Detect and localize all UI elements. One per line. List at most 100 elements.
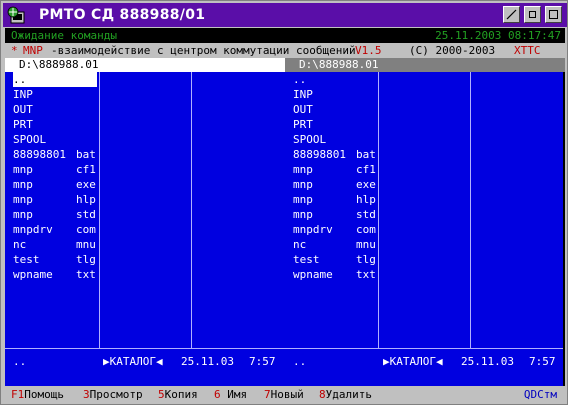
file-extension: hlp [76, 193, 96, 206]
file-entry[interactable]: mnp hlp [13, 192, 97, 207]
file-extension: mnu [76, 238, 96, 251]
file-entry[interactable]: SPOOL [13, 132, 97, 147]
left-file-panel[interactable]: .. INP OUT PRT SPOOL 88898801 bat mnp cf1 mnp exe m… [5, 72, 285, 386]
file-extension: com [76, 223, 96, 236]
file-name: INP [13, 88, 33, 101]
file-entry[interactable]: nc mnu [293, 237, 377, 252]
file-entry[interactable]: INP [293, 87, 377, 102]
file-entry[interactable]: INP [13, 87, 97, 102]
file-name: wpname [13, 268, 53, 281]
fkey-label: Копия [164, 388, 198, 401]
file-extension: mnu [356, 238, 376, 251]
minimize-icon [506, 9, 517, 20]
maximize-icon [529, 11, 536, 18]
app-window: РМТО СД 888988/01 Ожидание команды 25.11… [0, 0, 568, 405]
file-entry[interactable]: OUT [13, 102, 97, 117]
file-entry[interactable]: OUT [293, 102, 377, 117]
right-panel-path[interactable]: D:\888988.01 [285, 58, 565, 72]
fkey-help[interactable]: F1Помощь [11, 387, 64, 402]
file-extension: com [356, 223, 376, 236]
file-entry[interactable]: nc mnu [13, 237, 97, 252]
file-entry[interactable]: mnp std [293, 207, 377, 222]
maximize-button[interactable] [524, 6, 541, 23]
file-entry[interactable]: wpname txt [13, 267, 97, 282]
fkey-label: Помощь [24, 388, 64, 401]
right-file-panel[interactable]: .. INP OUT PRT SPOOL 88898801 bat mnp cf1 mnp exe m… [285, 72, 563, 386]
file-entry[interactable]: mnp cf1 [13, 162, 97, 177]
file-entry[interactable]: SPOOL [293, 132, 377, 147]
file-entry[interactable]: PRT [13, 117, 97, 132]
file-entry[interactable]: mnp std [13, 207, 97, 222]
file-extension: std [356, 208, 376, 221]
file-entry[interactable]: .. [13, 72, 97, 87]
file-entry[interactable]: 88898801 bat [293, 147, 377, 162]
function-key-bar: F1Помощь 3Просмотр 5Копия 6 Имя 7Новый 8… [5, 386, 565, 404]
file-name: test [293, 253, 320, 266]
left-path-text: D:\888988.01 [19, 58, 99, 71]
header-star: * [11, 44, 18, 57]
column-divider [470, 72, 471, 348]
fkey-new[interactable]: 7Новый [264, 387, 304, 402]
status-text: Ожидание команды [11, 29, 117, 42]
file-name: mnpdrv [13, 223, 53, 236]
file-entry[interactable]: mnpdrv com [293, 222, 377, 237]
file-entry[interactable]: 88898801 bat [13, 147, 97, 162]
header-organization: ХТТС [514, 44, 541, 57]
left-panel-path[interactable]: D:\888988.01 [5, 58, 285, 72]
file-entry[interactable]: test tlg [13, 252, 97, 267]
file-name: .. [13, 73, 27, 86]
close-icon [549, 10, 558, 19]
fkey-delete[interactable]: 8Удалить [319, 387, 372, 402]
file-entry[interactable]: mnp exe [293, 177, 377, 192]
file-name: mnp [13, 178, 33, 191]
fkey-number: 8 [319, 388, 326, 401]
fkey-number: 7 [264, 388, 271, 401]
file-entry[interactable]: mnp exe [13, 177, 97, 192]
column-divider [191, 72, 192, 348]
close-button[interactable] [545, 6, 562, 23]
program-header: * MNP -взаимодействие с центром коммутац… [5, 43, 565, 58]
right-footer-name: .. [293, 355, 307, 368]
fkey-number: 6 [214, 388, 221, 401]
fkey-number: 3 [83, 388, 90, 401]
panel-separator [285, 348, 563, 349]
minimize-button[interactable] [503, 6, 520, 23]
file-entry[interactable]: mnpdrv com [13, 222, 97, 237]
file-name: PRT [293, 118, 313, 131]
file-name: .. [293, 73, 307, 86]
file-extension: cf1 [76, 163, 96, 176]
file-name: OUT [13, 103, 33, 116]
file-entry[interactable]: .. [293, 72, 377, 87]
right-footer-time: 7:57 [529, 355, 556, 368]
fkey-label: Удалить [325, 388, 372, 401]
file-entry[interactable]: mnp cf1 [293, 162, 377, 177]
header-copyright: (C) 2000-2003 [409, 44, 496, 57]
file-entry[interactable]: test tlg [293, 252, 377, 267]
left-footer-type: ▶КАТАЛОГ◀ [103, 355, 163, 368]
file-name: OUT [293, 103, 313, 116]
right-footer-date: 25.11.03 [461, 355, 514, 368]
file-extension: bat [356, 148, 376, 161]
file-extension: hlp [356, 193, 376, 206]
file-name: SPOOL [13, 133, 47, 146]
fkey-copy[interactable]: 5Копия [158, 387, 198, 402]
file-entry[interactable]: wpname txt [293, 267, 377, 282]
fkey-label: Имя [220, 388, 248, 401]
left-footer-time: 7:57 [249, 355, 276, 368]
file-name: mnpdrv [293, 223, 333, 236]
file-entry[interactable]: mnp hlp [293, 192, 377, 207]
fkey-rename[interactable]: 6 Имя [214, 387, 247, 402]
right-path-text: D:\888988.01 [299, 58, 379, 71]
file-name: wpname [293, 268, 333, 281]
file-entry[interactable]: PRT [293, 117, 377, 132]
file-extension: cf1 [356, 163, 376, 176]
file-name: INP [293, 88, 313, 101]
file-name: PRT [13, 118, 33, 131]
header-description: -взаимодействие с центром коммутации соо… [51, 44, 356, 57]
app-icon[interactable] [7, 6, 25, 24]
fkey-view[interactable]: 3Просмотр [83, 387, 143, 402]
brand-label: QDCтм [523, 388, 557, 401]
file-name: mnp [13, 193, 33, 206]
title-bar[interactable]: РМТО СД 888988/01 [3, 3, 567, 27]
left-footer-name: .. [13, 355, 27, 368]
